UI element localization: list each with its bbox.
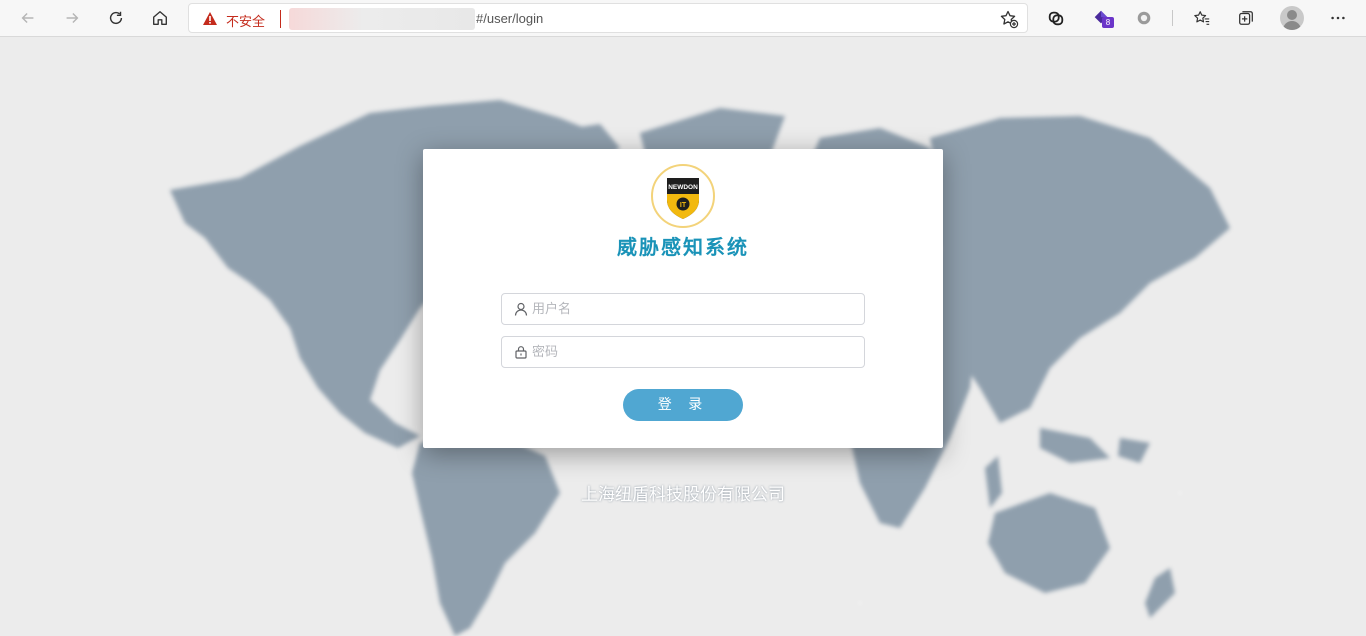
back-button[interactable]: [13, 4, 43, 32]
redacted-host: [289, 8, 475, 30]
login-page: NEWDON IT 威胁感知系统 登 录 上海纽盾科技股份有限公司: [0, 38, 1366, 636]
system-title: 威胁感知系统: [617, 235, 749, 259]
browser-toolbar: 不安全 #/user/login 8: [0, 0, 1366, 37]
circle-extension-icon: [1137, 11, 1151, 25]
arrow-right-icon: [66, 12, 79, 24]
username-input[interactable]: [532, 295, 852, 323]
company-logo: NEWDON IT: [651, 164, 715, 228]
avatar-head: [1287, 10, 1297, 20]
link-extension-icon: [1048, 11, 1064, 26]
refresh-icon: [109, 11, 123, 25]
address-separator: [280, 10, 281, 28]
collections-button[interactable]: [1231, 4, 1261, 32]
login-button[interactable]: 登 录: [623, 389, 743, 421]
star-plus-icon[interactable]: [999, 9, 1019, 29]
password-field[interactable]: [501, 336, 865, 368]
lock-icon: [515, 346, 527, 359]
home-icon: [153, 11, 167, 25]
avatar-body: [1283, 21, 1301, 30]
warning-triangle-icon: [203, 12, 217, 25]
shield-logo-icon: NEWDON IT: [667, 178, 699, 219]
collections-icon: [1239, 11, 1253, 25]
arrow-left-icon: [21, 12, 34, 24]
login-card: NEWDON IT 威胁感知系统 登 录: [423, 149, 943, 448]
extension-link-button[interactable]: [1041, 4, 1071, 32]
toolbar-divider: [1172, 10, 1173, 26]
extension-circle-button[interactable]: [1129, 4, 1159, 32]
security-status[interactable]: 不安全: [226, 11, 265, 30]
favorites-button[interactable]: [1187, 4, 1217, 32]
user-icon: [514, 302, 528, 316]
more-icon: [1331, 16, 1345, 20]
url-text: #/user/login: [476, 11, 544, 26]
more-button[interactable]: [1323, 4, 1353, 32]
avatar-icon[interactable]: [1280, 6, 1304, 30]
home-button[interactable]: [145, 4, 175, 32]
extension-badge: 8: [1102, 17, 1114, 28]
username-field[interactable]: [501, 293, 865, 325]
address-bar[interactable]: 不安全 #/user/login: [188, 3, 1028, 33]
extension-gem-button[interactable]: 8: [1086, 4, 1116, 32]
password-input[interactable]: [532, 338, 852, 366]
logo-wordmark: NEWDON: [668, 184, 698, 191]
logo-badge-text: IT: [680, 202, 687, 209]
forward-button[interactable]: [57, 4, 87, 32]
refresh-button[interactable]: [101, 4, 131, 32]
favorites-icon: [1194, 11, 1210, 25]
company-name: 上海纽盾科技股份有限公司: [581, 485, 785, 505]
